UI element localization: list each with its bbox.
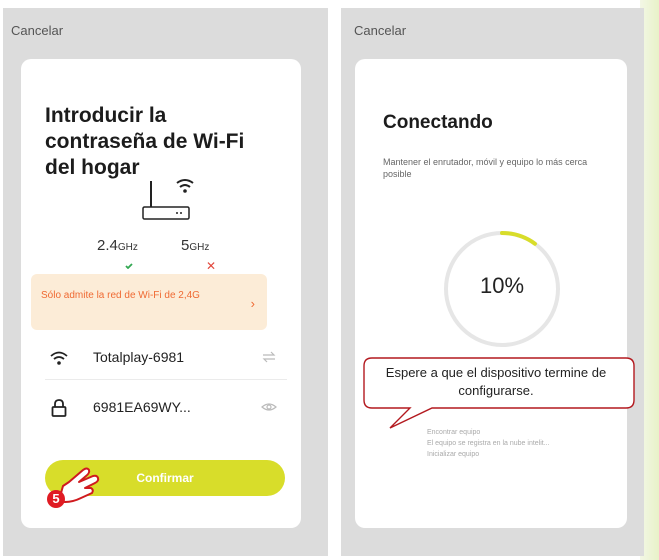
band-5ghz: 5GHz [181, 237, 210, 254]
step-item: El equipo se registra en la nube intelit… [427, 440, 550, 447]
step-number-badge: 5 [47, 490, 65, 508]
connecting-screen: Cancelar Conectando Mantener el enrutado… [341, 8, 644, 556]
check-icon [125, 263, 133, 269]
eye-icon[interactable] [261, 399, 277, 415]
connecting-card: Conectando Mantener el enrutador, móvil … [355, 59, 627, 528]
lock-icon [51, 399, 67, 417]
password-value: 6981EA69WY... [93, 399, 191, 415]
progress-percent: 10% [479, 273, 525, 298]
wifi-ssid-field[interactable]: Totalplay-6981 [45, 339, 287, 380]
callout-text: Espere a que el dispositivo termine de c… [385, 365, 607, 398]
wifi-icon [50, 351, 68, 365]
chevron-right-icon: › [250, 296, 255, 311]
cross-icon: ✕ [206, 259, 217, 273]
wifi-card: Introducir la contraseña de Wi-Fi del ho… [21, 59, 301, 528]
wifi-password-field[interactable]: 6981EA69WY... [45, 389, 287, 429]
band-24ghz: 2.4GHz [97, 237, 138, 254]
page-title: Introducir la contraseña de Wi-Fi del ho… [45, 104, 245, 179]
cancel-link[interactable]: Cancelar [354, 23, 406, 38]
router-icon [142, 179, 194, 220]
page-subtitle: Mantener el enrutador, móvil y equipo lo… [383, 157, 588, 179]
wifi-password-screen: Cancelar Introducir la contraseña de Wi-… [3, 8, 328, 556]
page-title: Conectando [383, 112, 493, 133]
ssid-value: Totalplay-6981 [93, 349, 185, 365]
switch-network-icon[interactable] [261, 349, 277, 365]
cancel-link[interactable]: Cancelar [11, 23, 63, 38]
step-item: Inicializar equipo [427, 451, 480, 458]
warning-text: Sólo admite la red de Wi-Fi de 2,4G [41, 290, 200, 301]
band-warning-banner[interactable]: Sólo admite la red de Wi-Fi de 2,4G › [31, 274, 267, 330]
